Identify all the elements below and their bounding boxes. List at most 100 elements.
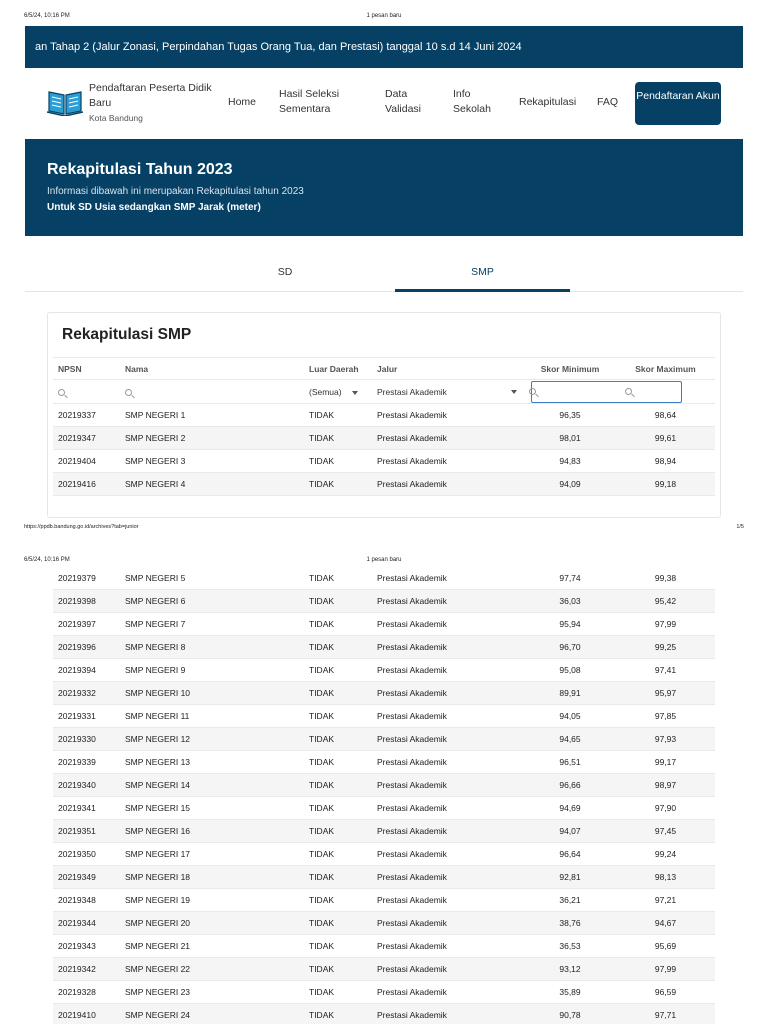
cell-luar-daerah: TIDAK xyxy=(309,573,335,583)
table-row[interactable]: 20219397 SMP NEGERI 7 TIDAK Prestasi Akadem… xyxy=(53,613,715,636)
tab-smp[interactable]: SMP xyxy=(395,258,570,292)
search-icon xyxy=(58,389,65,397)
cell-jalur: Prestasi Akademik xyxy=(377,688,447,698)
cell-npsn: 20219379 xyxy=(58,573,96,583)
brand-title[interactable]: Pendaftaran Peserta Didik Baru xyxy=(89,81,219,111)
nav-home[interactable]: Home xyxy=(228,95,256,110)
cell-npsn: 20219330 xyxy=(58,734,96,744)
cell-jalur: Prestasi Akademik xyxy=(377,573,447,583)
cell-skor-maximum: 98,97 xyxy=(654,780,677,790)
cell-jalur: Prestasi Akademik xyxy=(377,734,447,744)
cell-skor-minimum: 94,07 xyxy=(559,826,581,836)
table-row[interactable]: 20219343 SMP NEGERI 21 TIDAK Prestasi Akade… xyxy=(53,935,715,958)
cell-luar-daerah: TIDAK xyxy=(309,964,335,974)
table-row[interactable]: 20219340 SMP NEGERI 14 TIDAK Prestasi Akade… xyxy=(53,774,715,797)
table-row[interactable]: 20219404 SMP NEGERI 3 TIDAK Prestasi Akadem… xyxy=(53,450,715,473)
table-row[interactable]: 20219379 SMP NEGERI 5 TIDAK Prestasi Akadem… xyxy=(53,567,715,590)
nama-filter-input[interactable] xyxy=(125,380,132,404)
cell-skor-maximum: 96,59 xyxy=(654,987,677,997)
column-header-jalur[interactable]: Jalur xyxy=(377,358,397,381)
search-icon xyxy=(529,388,536,395)
cell-npsn: 20219344 xyxy=(58,918,96,928)
nav-rekapitulasi[interactable]: Rekapitulasi xyxy=(519,95,576,110)
nav-faq[interactable]: FAQ xyxy=(597,95,618,110)
cell-nama: SMP NEGERI 20 xyxy=(125,918,191,928)
cell-skor-minimum: 95,08 xyxy=(559,665,581,675)
cell-luar-daerah: TIDAK xyxy=(309,410,335,420)
column-header-skor-minimum[interactable]: Skor Minimum xyxy=(531,358,609,381)
table-row[interactable]: 20219342 SMP NEGERI 22 TIDAK Prestasi Akade… xyxy=(53,958,715,981)
table-row[interactable]: 20219398 SMP NEGERI 6 TIDAK Prestasi Akadem… xyxy=(53,590,715,613)
cell-skor-minimum: 94,09 xyxy=(559,479,581,489)
cell-skor-minimum: 36,21 xyxy=(559,895,581,905)
table-row[interactable]: 20219330 SMP NEGERI 12 TIDAK Prestasi Akade… xyxy=(53,728,715,751)
column-header-npsn[interactable]: NPSN xyxy=(58,358,82,381)
nav-info-sekolah[interactable]: Info Sekolah xyxy=(453,87,498,117)
table-row[interactable]: 20219339 SMP NEGERI 13 TIDAK Prestasi Akade… xyxy=(53,751,715,774)
cell-npsn: 20219351 xyxy=(58,826,96,836)
table-row[interactable]: 20219350 SMP NEGERI 17 TIDAK Prestasi Akade… xyxy=(53,843,715,866)
cell-skor-maximum: 97,99 xyxy=(654,619,677,629)
print-page-number: 1/5 xyxy=(736,524,744,530)
table-row[interactable]: 20219328 SMP NEGERI 23 TIDAK Prestasi Akade… xyxy=(53,981,715,1004)
table-row[interactable]: 20219332 SMP NEGERI 10 TIDAK Prestasi Akade… xyxy=(53,682,715,705)
table-row[interactable]: 20219416 SMP NEGERI 4 TIDAK Prestasi Akadem… xyxy=(53,473,715,496)
cell-jalur: Prestasi Akademik xyxy=(377,895,447,905)
tab-sd[interactable]: SD xyxy=(225,258,345,292)
cell-luar-daerah: TIDAK xyxy=(309,433,335,443)
table-row[interactable]: 20219331 SMP NEGERI 11 TIDAK Prestasi Akade… xyxy=(53,705,715,728)
cell-skor-minimum: 94,65 xyxy=(559,734,581,744)
npsn-filter-input[interactable] xyxy=(58,380,65,404)
table-row[interactable]: 20219410 SMP NEGERI 24 TIDAK Prestasi Akade… xyxy=(53,1004,715,1024)
print-notice: 1 pesan baru xyxy=(366,13,402,19)
cell-luar-daerah: TIDAK xyxy=(309,711,335,721)
table-row[interactable]: 20219349 SMP NEGERI 18 TIDAK Prestasi Akade… xyxy=(53,866,715,889)
luar-daerah-filter-value: (Semua) xyxy=(309,387,342,397)
column-header-skor-maximum[interactable]: Skor Maximum xyxy=(623,358,708,381)
book-logo-icon xyxy=(47,91,83,116)
cell-jalur: Prestasi Akademik xyxy=(377,941,447,951)
column-header-luar-daerah[interactable]: Luar Daerah xyxy=(309,358,359,381)
nav-hasil-seleksi[interactable]: Hasil Seleksi Sementara xyxy=(279,87,359,117)
luar-daerah-filter-select[interactable]: (Semua) xyxy=(309,380,369,404)
cell-nama: SMP NEGERI 18 xyxy=(125,872,191,882)
table-row[interactable]: 20219394 SMP NEGERI 9 TIDAK Prestasi Akadem… xyxy=(53,659,715,682)
table-row[interactable]: 20219348 SMP NEGERI 19 TIDAK Prestasi Akade… xyxy=(53,889,715,912)
table-row[interactable]: 20219347 SMP NEGERI 2 TIDAK Prestasi Akadem… xyxy=(53,427,715,450)
print-notice: 1 pesan baru xyxy=(366,557,402,563)
table-row[interactable]: 20219344 SMP NEGERI 20 TIDAK Prestasi Akade… xyxy=(53,912,715,935)
cell-skor-maximum: 97,21 xyxy=(654,895,677,905)
cell-nama: SMP NEGERI 10 xyxy=(125,688,191,698)
cell-jalur: Prestasi Akademik xyxy=(377,410,447,420)
cell-luar-daerah: TIDAK xyxy=(309,895,335,905)
cell-npsn: 20219348 xyxy=(58,895,96,905)
nav-data-validasi[interactable]: Data Validasi xyxy=(385,87,435,117)
cell-npsn: 20219340 xyxy=(58,780,96,790)
cell-skor-maximum: 98,64 xyxy=(654,410,677,420)
cell-skor-minimum: 97,74 xyxy=(559,573,581,583)
cell-npsn: 20219339 xyxy=(58,757,96,767)
search-icon xyxy=(125,389,132,397)
column-header-nama[interactable]: Nama xyxy=(125,358,148,381)
table-row[interactable]: 20219337 SMP NEGERI 1 TIDAK Prestasi Akadem… xyxy=(53,404,715,427)
table-row[interactable]: 20219396 SMP NEGERI 8 TIDAK Prestasi Akadem… xyxy=(53,636,715,659)
pendaftaran-akun-button[interactable]: Pendaftaran Akun xyxy=(635,82,721,125)
table-row[interactable]: 20219341 SMP NEGERI 15 TIDAK Prestasi Akade… xyxy=(53,797,715,820)
cell-luar-daerah: TIDAK xyxy=(309,757,335,767)
hero-banner: Rekapitulasi Tahun 2023 Informasi dibawa… xyxy=(25,139,743,236)
cell-skor-maximum: 95,97 xyxy=(654,688,677,698)
cell-skor-maximum: 99,17 xyxy=(654,757,677,767)
cell-nama: SMP NEGERI 17 xyxy=(125,849,191,859)
jalur-filter-select[interactable]: Prestasi Akademik xyxy=(377,380,522,404)
announcement-text: an Tahap 2 (Jalur Zonasi, Perpindahan Tu… xyxy=(35,41,522,53)
cell-skor-minimum: 94,83 xyxy=(559,456,581,466)
table-row[interactable]: 20219351 SMP NEGERI 16 TIDAK Prestasi Akade… xyxy=(53,820,715,843)
cell-nama: SMP NEGERI 12 xyxy=(125,734,191,744)
skor-minimum-filter-input[interactable] xyxy=(529,381,682,403)
hero-note: Untuk SD Usia sedangkan SMP Jarak (meter… xyxy=(47,202,261,213)
print-header-page-1: 6/5/24, 10:16 PM 1 pesan baru xyxy=(0,10,768,22)
cell-luar-daerah: TIDAK xyxy=(309,918,335,928)
cell-skor-minimum: 95,94 xyxy=(559,619,581,629)
print-url: https://ppdb.bandung.go.id/archives?tab=… xyxy=(24,524,139,530)
cell-npsn: 20219398 xyxy=(58,596,96,606)
